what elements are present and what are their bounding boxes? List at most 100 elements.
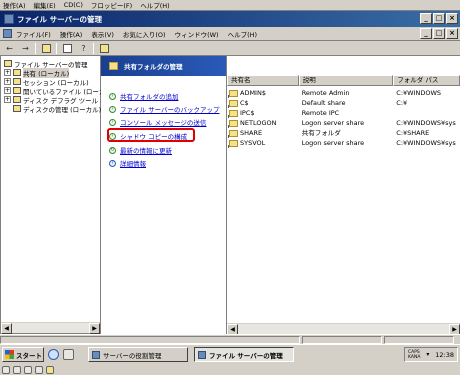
toolbar-separator bbox=[56, 42, 57, 54]
defrag-icon bbox=[13, 96, 21, 103]
minimize-button[interactable]: _ bbox=[420, 13, 432, 24]
menu-item-floppy[interactable]: フロッピー(F) bbox=[91, 0, 132, 10]
refresh-icon: ↻ bbox=[109, 146, 116, 154]
window-title: ファイル サーバーの管理 bbox=[17, 14, 103, 24]
taskbar-button-server-roles[interactable]: サーバーの役割管理 bbox=[88, 347, 188, 362]
expand-icon[interactable]: + bbox=[4, 96, 11, 103]
highlight-annotation bbox=[107, 128, 195, 142]
column-header-description[interactable]: 説明 bbox=[298, 75, 394, 86]
child-maximize-button[interactable]: □ bbox=[433, 28, 445, 39]
child-close-button[interactable]: × bbox=[446, 28, 458, 39]
drive-icon[interactable] bbox=[35, 365, 43, 374]
table-row[interactable]: C$ Default share C:¥ bbox=[227, 98, 460, 108]
close-button[interactable]: × bbox=[446, 13, 458, 24]
server-roles-icon bbox=[92, 350, 100, 359]
arrow-right-icon: › bbox=[109, 118, 116, 126]
menu-item-view[interactable]: 表示(V) bbox=[91, 29, 114, 39]
menu-item-help[interactable]: ヘルプ(H) bbox=[228, 29, 257, 39]
menu-item-edit[interactable]: 編集(E) bbox=[34, 0, 56, 10]
column-header-folder-path[interactable]: フォルダ パス bbox=[393, 75, 460, 86]
child-window-controls: _ □ × bbox=[420, 28, 458, 39]
table-row[interactable]: SYSVOL Logon server share C:¥WINDOWS¥sys bbox=[227, 138, 460, 148]
console-menu-bar: 操作(A) 編集(E) CD(C) フロッピー(F) ヘルプ(H) bbox=[0, 0, 460, 11]
maximize-button[interactable]: □ bbox=[433, 13, 445, 24]
open-files-icon bbox=[13, 87, 21, 94]
taskbar: スタート サーバーの役割管理 ファイル サーバーの管理 CAPS KANA ▾ … bbox=[0, 344, 460, 364]
remote-console-bar bbox=[0, 364, 460, 375]
status-segment bbox=[0, 335, 300, 344]
menu-item-window[interactable]: ウィンドウ(W) bbox=[175, 29, 219, 39]
start-button[interactable]: スタート bbox=[2, 347, 44, 362]
shared-folder-icon bbox=[13, 69, 21, 76]
table-row[interactable]: SHARE 共有フォルダ C:¥SHARE bbox=[227, 128, 460, 138]
status-segment bbox=[384, 335, 454, 344]
sessions-icon bbox=[13, 78, 21, 85]
help-icon[interactable]: ? bbox=[77, 42, 90, 54]
task-refresh[interactable]: ↻ 最新の情報に更新 bbox=[109, 145, 172, 155]
folder-icon[interactable] bbox=[46, 365, 54, 374]
menu-item-cd[interactable]: CD(C) bbox=[64, 1, 83, 9]
status-bar bbox=[0, 334, 460, 344]
task-send-console-message[interactable]: › コンソール メッセージの送信 bbox=[109, 117, 206, 127]
windows-logo-icon bbox=[5, 350, 14, 359]
arrow-right-icon: › bbox=[109, 105, 116, 113]
internet-explorer-icon[interactable] bbox=[48, 349, 59, 360]
shared-folder-icon bbox=[228, 109, 238, 118]
expand-icon[interactable]: + bbox=[4, 78, 11, 85]
task-more-info[interactable]: ? 詳細情報 bbox=[109, 158, 146, 168]
list-header: 共有名 説明 フォルダ パス bbox=[227, 75, 460, 86]
expand-icon[interactable]: + bbox=[4, 69, 11, 76]
quick-launch-icon[interactable] bbox=[63, 349, 74, 360]
power-icon[interactable] bbox=[13, 365, 21, 374]
child-minimize-button[interactable]: _ bbox=[420, 28, 432, 39]
shared-folders-icon[interactable] bbox=[98, 42, 111, 54]
system-tray: CAPS KANA ▾ 12:38 bbox=[404, 347, 458, 362]
shared-folder-icon bbox=[228, 89, 238, 98]
ime-indicator[interactable]: CAPS KANA bbox=[408, 350, 420, 360]
app-icon bbox=[4, 14, 14, 24]
arrow-icon[interactable] bbox=[2, 365, 10, 374]
shared-folder-icon bbox=[228, 139, 238, 148]
shared-folder-icon bbox=[228, 119, 238, 128]
folder-icon bbox=[4, 60, 12, 67]
window-title-bar[interactable]: ファイル サーバーの管理 _ □ × bbox=[0, 11, 460, 27]
toolbar-separator bbox=[93, 42, 94, 54]
table-row[interactable]: IPC$ Remote IPC bbox=[227, 108, 460, 118]
scroll-left-icon[interactable]: ◀ bbox=[1, 323, 12, 334]
list-horizontal-scrollbar[interactable]: ◀ ▶ bbox=[227, 323, 460, 335]
taskbar-button-file-server[interactable]: ファイル サーバーの管理 bbox=[194, 347, 294, 362]
table-row[interactable]: NETLOGON Logon server share C:¥WINDOWS¥s… bbox=[227, 118, 460, 128]
column-header-share-name[interactable]: 共有名 bbox=[227, 75, 299, 86]
scroll-right-icon[interactable]: ▶ bbox=[89, 323, 100, 334]
tray-chevron-icon[interactable]: ▾ bbox=[426, 351, 429, 358]
disk-icon bbox=[13, 105, 21, 112]
menu-item-favorites[interactable]: お気に入り(O) bbox=[123, 29, 166, 39]
mmc-icon bbox=[3, 29, 12, 38]
tree-item-disk-management[interactable]: ディスクの管理 (ローカル) bbox=[13, 104, 101, 114]
shares-list-pane: 共有名 説明 フォルダ パス ADMIN$ Remote Admin C:¥WI… bbox=[226, 56, 460, 335]
help-icon: ? bbox=[109, 159, 116, 167]
tree-horizontal-scrollbar[interactable]: ◀ ▶ bbox=[1, 322, 100, 334]
window-controls: _ □ × bbox=[420, 13, 458, 24]
expand-icon[interactable]: + bbox=[4, 87, 11, 94]
clock[interactable]: 12:38 bbox=[435, 351, 454, 359]
menu-item-action[interactable]: 操作(A) bbox=[3, 0, 26, 10]
shared-folder-icon bbox=[109, 62, 118, 70]
task-add-shared-folder[interactable]: › 共有フォルダの追加 bbox=[109, 91, 179, 101]
up-folder-icon[interactable] bbox=[40, 42, 53, 54]
back-arrow-icon[interactable]: ← bbox=[3, 42, 16, 54]
task-backup-file-server[interactable]: › ファイル サーバーのバックアップ bbox=[109, 104, 220, 114]
menu-item-file[interactable]: ファイル(F) bbox=[16, 29, 51, 39]
shared-folder-icon bbox=[228, 129, 238, 138]
shared-folder-icon bbox=[228, 99, 238, 108]
status-segment bbox=[302, 335, 382, 344]
toolbar-separator bbox=[35, 42, 36, 54]
network-icon[interactable] bbox=[24, 365, 32, 374]
menu-item-help[interactable]: ヘルプ(H) bbox=[140, 0, 169, 10]
mmc-icon bbox=[198, 350, 206, 359]
forward-arrow-icon[interactable]: → bbox=[19, 42, 32, 54]
table-row[interactable]: ADMIN$ Remote Admin C:¥WINDOWS bbox=[227, 88, 460, 98]
arrow-right-icon: › bbox=[109, 92, 116, 100]
properties-icon[interactable] bbox=[61, 42, 74, 54]
menu-item-action[interactable]: 操作(A) bbox=[60, 29, 83, 39]
